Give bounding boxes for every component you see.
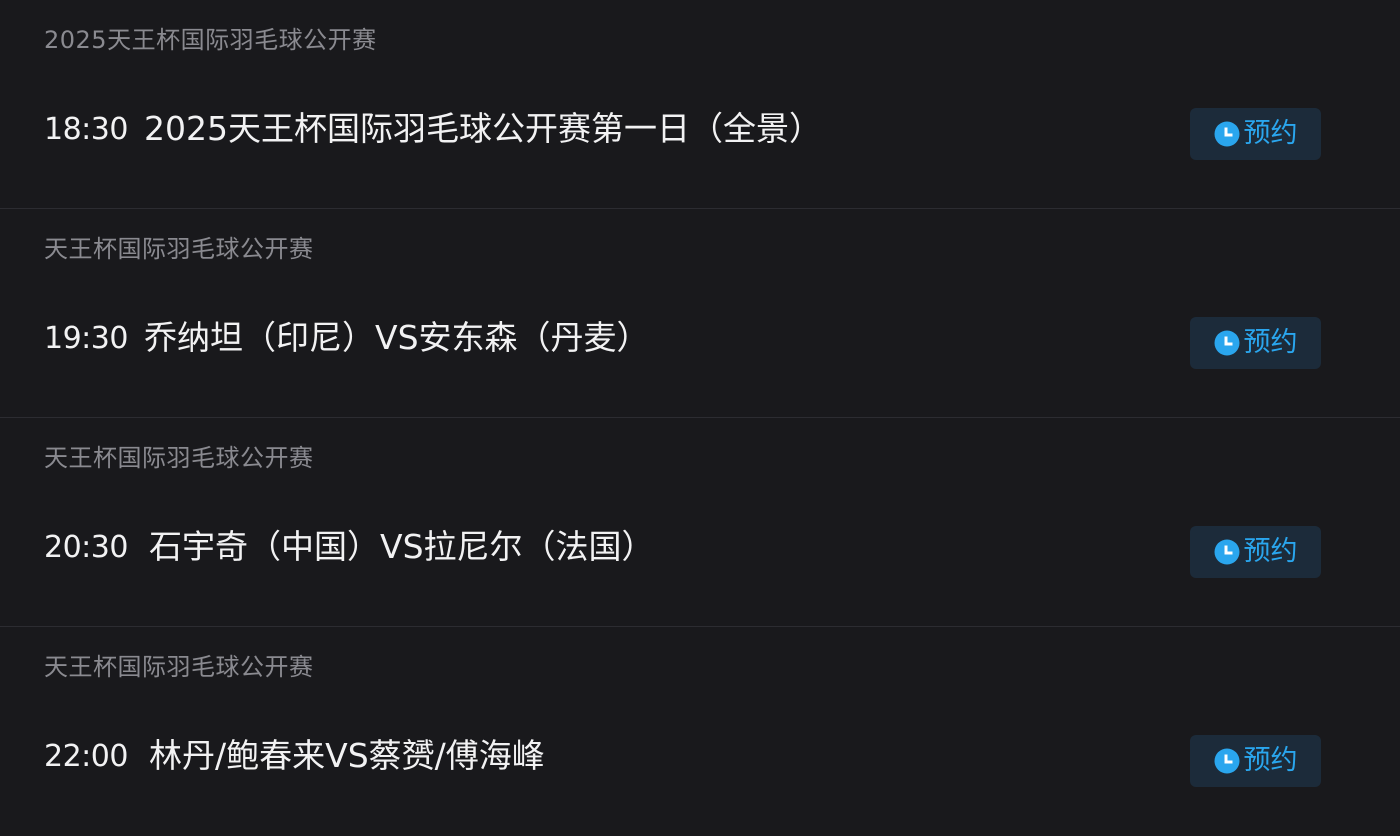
reserve-button-label: 预约 [1243,745,1298,776]
event-title[interactable]: 乔纳坦（印尼）VS安东森（丹麦） [144,315,650,361]
clock-icon [1214,539,1240,565]
event-category: 2025天王杯国际羽毛球公开赛 [44,26,377,54]
reserve-button[interactable]: 预约 [1190,735,1321,787]
schedule-list: 2025天王杯国际羽毛球公开赛 18:30 2025天王杯国际羽毛球公开赛第一日… [0,0,1400,818]
clock-icon [1214,748,1240,774]
reserve-button[interactable]: 预约 [1190,317,1321,369]
clock-icon [1214,121,1240,147]
reserve-button-label: 预约 [1243,118,1298,149]
event-category: 天王杯国际羽毛球公开赛 [44,235,314,263]
event-title[interactable]: 石宇奇（中国）VS拉尼尔（法国） [149,524,655,570]
event-time: 18:30 [44,112,128,147]
reserve-button[interactable]: 预约 [1190,526,1321,578]
reserve-button[interactable]: 预约 [1190,108,1321,160]
reserve-button-label: 预约 [1243,536,1298,567]
event-time: 20:30 [44,530,128,565]
schedule-item[interactable]: 2025天王杯国际羽毛球公开赛 18:30 2025天王杯国际羽毛球公开赛第一日… [0,0,1400,209]
schedule-item[interactable]: 天王杯国际羽毛球公开赛 20:30 石宇奇（中国）VS拉尼尔（法国） 预约 [0,418,1400,627]
schedule-item[interactable]: 天王杯国际羽毛球公开赛 19:30 乔纳坦（印尼）VS安东森（丹麦） 预约 [0,209,1400,418]
schedule-item[interactable]: 天王杯国际羽毛球公开赛 22:00 林丹/鲍春来VS蔡赟/傅海峰 预约 [0,627,1400,836]
clock-icon [1214,330,1240,356]
event-category: 天王杯国际羽毛球公开赛 [44,444,314,472]
event-time: 19:30 [44,321,128,356]
event-title[interactable]: 2025天王杯国际羽毛球公开赛第一日（全景） [144,106,822,152]
event-time: 22:00 [44,739,128,774]
event-category: 天王杯国际羽毛球公开赛 [44,653,314,681]
event-title[interactable]: 林丹/鲍春来VS蔡赟/傅海峰 [149,733,545,779]
reserve-button-label: 预约 [1243,327,1298,358]
